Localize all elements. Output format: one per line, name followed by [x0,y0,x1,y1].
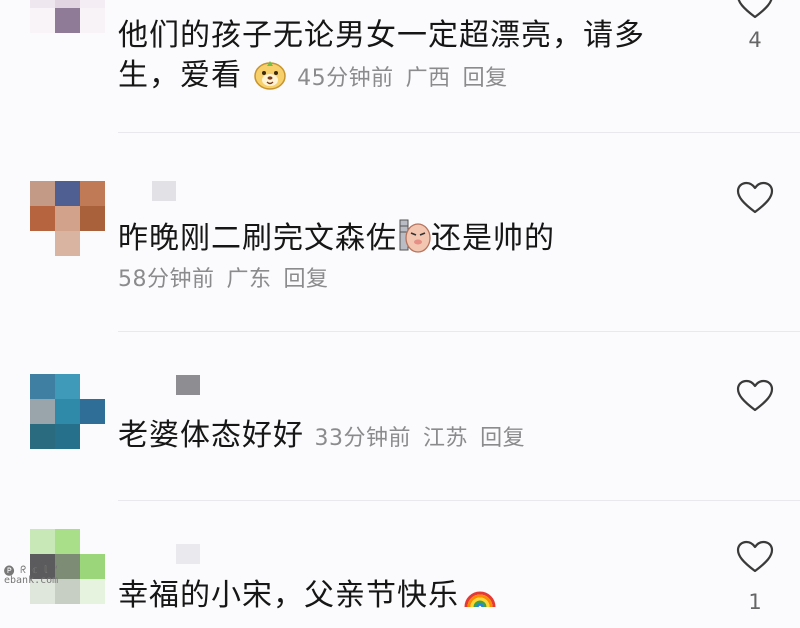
reply-button[interactable]: 回复 [284,267,329,292]
like-button[interactable] [736,379,774,413]
heart-icon [736,540,774,573]
comment-meta: 58分钟前 广东 回复 [118,260,329,300]
like-button[interactable] [736,540,774,574]
divider [118,500,800,501]
comment-location: 广东 [226,267,272,292]
comment-meta: 45分钟前 广西 回复 [297,66,508,91]
like-count: 1 [748,590,762,614]
dog-face-emoji-icon [253,57,287,102]
username-blurred[interactable] [152,181,176,201]
heart-icon [737,0,773,19]
like-button[interactable] [736,0,774,20]
divider [118,331,800,332]
reply-button[interactable]: 回复 [463,66,508,91]
avatar[interactable] [30,0,105,33]
comment-time: 33分钟前 [314,426,412,451]
comment-meta: 33分钟前 江苏 回复 [315,426,526,451]
comment-text: 昨晚刚二刷完文森佐 还是帅的 [118,218,555,265]
rainbow-emoji-icon [463,579,497,622]
comment-location: 江苏 [423,426,469,451]
username-blurred[interactable] [176,544,200,564]
avatar[interactable] [30,374,105,449]
reply-button[interactable]: 回复 [480,426,525,451]
comment-time: 58分钟前 [118,267,215,292]
username-blurred[interactable] [176,375,200,395]
divider [118,132,800,133]
comment-location: 广西 [405,66,451,91]
comment-text: 老婆体态好好 33分钟前 江苏 回复 [118,418,526,453]
avatar[interactable] [30,181,105,256]
comment-text: 他们的孩子无论男女一定超漂亮，请多 生，爱看 45分钟前 广西 回复 [118,16,645,102]
like-count: 4 [748,28,762,52]
heart-icon [736,379,774,412]
comment-time: 45分钟前 [297,66,394,91]
like-button[interactable] [736,181,774,215]
comment-text: 幸福的小宋，父亲节快乐 [118,576,497,622]
heart-icon [736,181,774,214]
pig-face-emoji-icon [397,218,431,265]
watermark: 🅟 ᖇ 𝕔 𝕝 ‘ ebank.com [4,565,60,586]
